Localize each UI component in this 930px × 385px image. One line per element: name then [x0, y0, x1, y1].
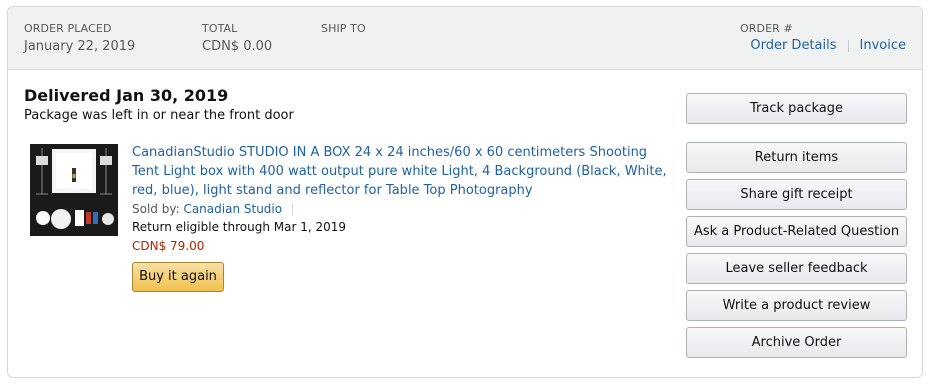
order-header: ORDER PLACED January 22, 2019 TOTAL CDN$…: [8, 7, 922, 70]
order-placed-date: January 22, 2019: [24, 39, 136, 54]
buy-it-again-button[interactable]: Buy it again: [132, 262, 224, 292]
share-gift-receipt-button[interactable]: Share gift receipt: [686, 179, 907, 210]
delivery-note: Package was left in or near the front do…: [24, 108, 294, 123]
ask-question-button[interactable]: Ask a Product-Related Question: [686, 216, 907, 247]
order-number-label: ORDER #: [740, 22, 793, 35]
total-value: CDN$ 0.00: [202, 39, 273, 54]
return-items-button[interactable]: Return items: [686, 142, 907, 173]
seller-feedback-button[interactable]: Leave seller feedback: [686, 253, 907, 284]
sold-by-label: Sold by:: [132, 202, 180, 216]
seller-link[interactable]: Canadian Studio: [183, 202, 282, 216]
return-eligibility: Return eligible through Mar 1, 2019: [132, 220, 347, 234]
seller-divider: [292, 203, 294, 216]
link-divider: [847, 39, 849, 52]
product-image[interactable]: [30, 144, 118, 236]
sold-by: Sold by: Canadian Studio: [132, 202, 294, 216]
product-review-button[interactable]: Write a product review: [686, 290, 907, 321]
product-title-link[interactable]: CanadianStudio STUDIO IN A BOX 24 x 24 i…: [132, 143, 672, 200]
total-label: TOTAL: [202, 22, 238, 35]
ship-to-label: SHIP TO: [321, 22, 366, 35]
order-placed-label: ORDER PLACED: [24, 22, 112, 35]
archive-order-button[interactable]: Archive Order: [686, 327, 907, 358]
order-details-link[interactable]: Order Details: [750, 38, 836, 53]
invoice-link[interactable]: Invoice: [860, 38, 906, 53]
order-card: ORDER PLACED January 22, 2019 TOTAL CDN$…: [7, 6, 923, 378]
delivery-status: Delivered Jan 30, 2019: [24, 86, 229, 105]
track-package-button[interactable]: Track package: [686, 93, 907, 124]
order-links: Order Details Invoice: [750, 38, 906, 53]
item-price: CDN$ 79.00: [132, 239, 205, 253]
